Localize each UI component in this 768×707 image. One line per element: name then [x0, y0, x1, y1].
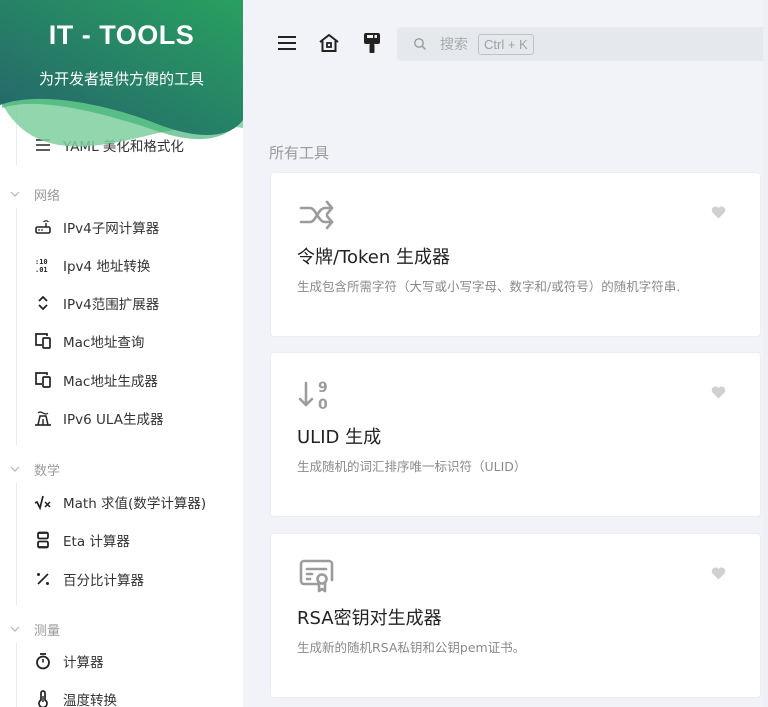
card-description: 生成包含所需字符（大写或小写字母、数字和/或符号）的随机字符串. [297, 279, 681, 294]
sidebar-item-math-eval[interactable]: Math 求值(数学计算器) [34, 487, 206, 517]
percentage-icon [34, 570, 52, 588]
group-line [16, 208, 17, 446]
group-header-network[interactable]: 网络 [8, 184, 60, 204]
section-title: 所有工具 [269, 144, 330, 162]
sidebar-item-ipv6-ula[interactable]: IPv6 ULA生成器 [34, 403, 163, 433]
sidebar-item-label: IPv6 ULA生成器 [63, 412, 164, 428]
search-icon [413, 37, 427, 51]
card-title: 令牌/Token 生成器 [297, 247, 450, 268]
sidebar-item-label: Mac地址查询 [63, 335, 145, 351]
building-broadcast-icon [34, 409, 52, 427]
sidebar-item-ipv4-subnet[interactable]: IPv4子网计算器 [34, 212, 159, 242]
svg-text:9: 9 [318, 380, 328, 396]
sidebar-item-label: YAML 美化和格式化 [63, 139, 184, 155]
group-label: 数学 [34, 463, 61, 479]
group-line [16, 483, 17, 605]
chevron-down-icon [8, 187, 22, 201]
menu-toggle-button[interactable] [270, 28, 304, 62]
sidebar-item-label: IPv4范围扩展器 [63, 297, 160, 313]
sidebar-item-temperature[interactable]: 温度转换 [34, 684, 117, 707]
heart-icon [711, 567, 726, 585]
group-header-math[interactable]: 数学 [8, 459, 60, 479]
sidebar-item-label: IPv4子网计算器 [63, 221, 160, 237]
search-placeholder: 搜索 [440, 37, 468, 53]
home-button[interactable] [312, 28, 346, 62]
sort-numeric-down-icon: 90 [297, 375, 337, 415]
sidebar-item-percentage[interactable]: 百分比计算器 [34, 564, 144, 594]
search-shortcut-hint: Ctrl + K [478, 33, 534, 55]
sidebar-item-label: Math 求值(数学计算器) [63, 496, 207, 512]
tool-card-rsa-generator[interactable]: RSA密钥对生成器 生成新的随机RSA私钥和公钥pem证书。 [270, 533, 761, 698]
sidebar-item-label: 计算器 [63, 655, 104, 671]
binary-icon: :10.01 [34, 256, 52, 274]
heart-icon [711, 206, 726, 224]
sidebar-menu: YAML 美化和格式化 网络 IPv4子网计算器 :10.01 Ipv4 地址转… [0, 0, 243, 707]
tool-card-ulid-generator[interactable]: 90 ULID 生成 生成随机的词汇排序唯一标识符（ULID） [270, 352, 761, 517]
stopwatch-icon [34, 652, 52, 670]
sidebar: YAML 美化和格式化 网络 IPv4子网计算器 :10.01 Ipv4 地址转… [0, 0, 243, 707]
sidebar-item-label: Eta 计算器 [63, 534, 130, 550]
sidebar-item-label: Mac地址生成器 [63, 374, 158, 390]
sidebar-item-mac-lookup[interactable]: Mac地址查询 [34, 326, 144, 356]
hourglass-icon [34, 531, 52, 549]
thermometer-icon [34, 690, 52, 707]
card-description: 生成新的随机RSA私钥和公钥pem证书。 [297, 640, 526, 655]
group-header-measurement[interactable]: 测量 [8, 619, 60, 639]
group-label: 网络 [34, 188, 61, 204]
svg-text:0: 0 [318, 397, 328, 413]
square-root-icon [34, 493, 52, 511]
brand-title[interactable]: IT - TOOLS [0, 20, 243, 51]
sidebar-item-label: Ipv4 地址转换 [63, 259, 151, 275]
tool-card-token-generator[interactable]: 令牌/Token 生成器 生成包含所需字符（大写或小写字母、数字和/或符号）的随… [270, 172, 761, 337]
chevron-down-icon [8, 622, 22, 636]
favorite-button[interactable] [710, 567, 726, 585]
card-description: 生成随机的词汇排序唯一标识符（ULID） [297, 459, 527, 474]
home-icon [318, 33, 340, 58]
svg-text:.01: .01 [35, 266, 48, 274]
router-icon [34, 218, 52, 236]
scrollbar-track[interactable] [763, 0, 768, 707]
list-lines-icon [34, 136, 52, 154]
sidebar-item-label: 百分比计算器 [63, 573, 144, 589]
devices-icon [34, 332, 52, 350]
sidebar-item-mac-generator[interactable]: Mac地址生成器 [34, 365, 158, 395]
sidebar-item-eta[interactable]: Eta 计算器 [34, 525, 130, 555]
certificate-icon [297, 556, 337, 596]
paint-brush-icon [363, 32, 381, 59]
chevron-down-icon [8, 462, 22, 476]
hamburger-icon [277, 35, 297, 56]
card-title: ULID 生成 [297, 427, 382, 448]
card-title: RSA密钥对生成器 [297, 608, 442, 629]
sidebar-item-ipv4-converter[interactable]: :10.01 Ipv4 地址转换 [34, 250, 150, 280]
sidebar-item-label: 温度转换 [63, 693, 117, 707]
favorite-button[interactable] [710, 386, 726, 404]
group-line [16, 643, 17, 707]
devices-icon [34, 371, 52, 389]
unfold-icon [34, 294, 52, 312]
favorite-button[interactable] [710, 206, 726, 224]
group-label: 测量 [34, 623, 61, 639]
svg-text::10: :10 [35, 258, 48, 266]
sidebar-item-ipv4-range[interactable]: IPv4范围扩展器 [34, 288, 159, 318]
sidebar-item-chronometer[interactable]: 计算器 [34, 646, 104, 676]
sidebar-item-yaml-prettify[interactable]: YAML 美化和格式化 [34, 130, 184, 160]
search-input[interactable]: 搜索 Ctrl + K [397, 27, 768, 61]
heart-icon [711, 386, 726, 404]
theme-button[interactable] [355, 28, 389, 62]
shuffle-arrows-icon [297, 195, 337, 235]
